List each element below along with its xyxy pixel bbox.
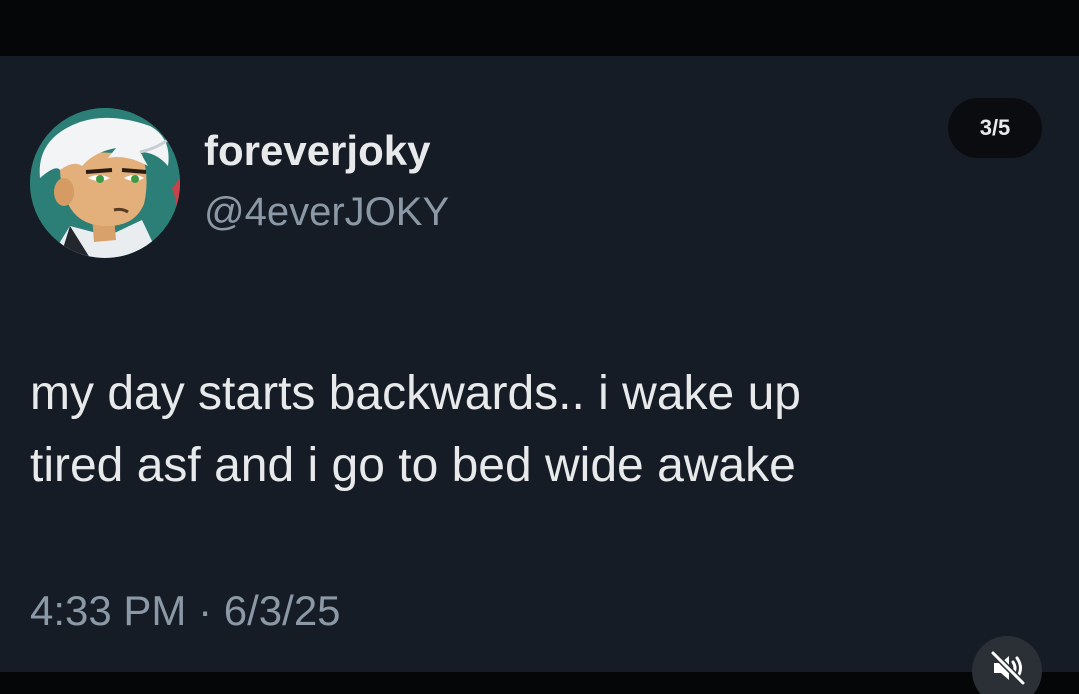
tweet-text-line: my day starts backwards.. i wake up (30, 367, 801, 420)
avatar[interactable] (30, 108, 180, 258)
tweet-time: 4:33 PM (30, 587, 187, 634)
tweet-date: 6/3/25 (223, 587, 341, 634)
tweet-text-line: tired asf and i go to bed wide awake (30, 439, 796, 492)
tweet-timestamp[interactable]: 4:33 PM · 6/3/25 (30, 586, 341, 636)
user-handle[interactable]: @4everJOKY (204, 187, 449, 237)
top-letterbox-bar (0, 0, 1079, 56)
bottom-letterbox-bar (0, 672, 1079, 694)
speaker-muted-icon (990, 650, 1026, 686)
display-name[interactable]: foreverjoky (204, 126, 430, 176)
carousel-page-counter: 3/5 (948, 98, 1042, 158)
cartoon-avatar-icon (30, 108, 180, 258)
tweet-text: my day starts backwards.. i wake up tire… (30, 358, 1030, 502)
timestamp-separator: · (198, 587, 213, 634)
